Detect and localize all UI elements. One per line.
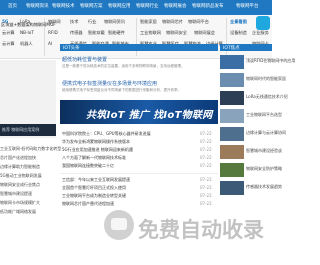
news-date: 07-22 [200, 177, 212, 182]
nav-item[interactable]: 物联网展会 [164, 3, 187, 9]
category-link[interactable]: 云计算 [2, 30, 15, 36]
news-date: 07-22 [200, 185, 212, 190]
news-date: 07-22 [200, 139, 212, 144]
nav-item[interactable]: 物联网技术 [52, 3, 75, 9]
category-link[interactable]: 云计算 [2, 41, 15, 47]
category-link[interactable]: 智能穿戴 [88, 30, 105, 36]
main-section-header: IOT头条 [60, 44, 218, 51]
news-thumbnail[interactable] [220, 73, 244, 87]
nav-item[interactable]: 物联网行业 [136, 3, 159, 9]
headline-link[interactable]: 超低功耗位置与装置 [62, 56, 107, 63]
category-link[interactable]: 企业服务 [252, 30, 269, 36]
news-date: 07-22 [200, 155, 212, 160]
category-link[interactable]: 物联网芯片 [162, 19, 183, 25]
news-date: 07-22 [200, 131, 212, 136]
left-list-item[interactable]: 边缘计算助力智能制造 [0, 164, 40, 170]
nav-item[interactable]: 物联网新品发布 [192, 3, 224, 9]
news-list-item[interactable]: 工信部：今年以来工业互联网发展提速 [62, 177, 130, 183]
news-list-item[interactable]: 中国科学院院士：CPU、GPU等核心器件研发进展 [62, 131, 151, 137]
headline-summary: 这是一款基于低功耗技术的定位装置，适用于多种物联网场景，支持远程管理。 [62, 64, 185, 68]
right-section-title: IOT焦点 [223, 46, 240, 51]
left-list-item[interactable]: 低功耗广域网络发展 [0, 209, 36, 215]
nav-item[interactable]: 首页 [8, 3, 17, 9]
category-link[interactable]: 工业物联网 [140, 30, 161, 36]
news-list-item[interactable]: 工业物联网平台成为制造业转型关键 [62, 193, 126, 199]
category-link[interactable]: 行业 [88, 19, 96, 25]
right-news-link[interactable]: 物联网时代的智能家居 [246, 76, 286, 82]
news-thumbnail[interactable] [220, 91, 244, 105]
headline-link[interactable]: 便携式电子标签测量仪在多场景与环境应用 [62, 80, 157, 87]
category-link[interactable]: 传感器 [70, 30, 83, 36]
watermark-robot-icon [104, 210, 134, 240]
right-news-link[interactable]: 工业物联网平台选型 [246, 112, 282, 118]
category-link[interactable]: 物联网安全 [166, 30, 187, 36]
news-date: 07-22 [200, 201, 212, 206]
left-list-item[interactable]: 物联网卡市场规模扩大 [0, 200, 40, 206]
left-list-item[interactable]: 工业互联网·低代码助力数字化转型 [0, 146, 61, 152]
left-list-item[interactable]: 物联网安全成行业焦点 [0, 182, 40, 188]
category-link[interactable]: RFID [48, 30, 58, 35]
category-link[interactable]: 智能家居 [140, 19, 157, 25]
news-list-item[interactable]: 八个方面了解新一代物联网技术标准 [62, 155, 126, 161]
news-date: 07-22 [200, 163, 212, 168]
news-thumbnail[interactable] [220, 109, 244, 123]
right-news-link[interactable]: LoRa无线通信技术介绍 [246, 94, 288, 100]
news-date: 07-22 [200, 193, 212, 198]
news-thumbnail[interactable] [220, 145, 244, 159]
category-link[interactable]: 设备制造 [230, 30, 247, 36]
news-list-item[interactable]: 5G行业应用加速推进 物联网迎来新机遇 [62, 147, 133, 153]
nav-item[interactable]: 物联网方案 [80, 3, 103, 9]
right-section-header: IOT焦点 [220, 44, 272, 51]
news-list-item[interactable]: 全国首个智慧灯杆项目正式投入使用 [62, 185, 126, 191]
left-list-item[interactable]: 5G推动工业物联网发展 [0, 173, 42, 179]
left-list-item[interactable]: 智慧城市建设提速 [0, 191, 32, 197]
news-list-item[interactable]: 华为发布全新鸿蒙物联网操作系统版本 [62, 139, 130, 145]
right-news-link[interactable]: 边缘计算与云计算协同 [246, 130, 286, 136]
nav-item[interactable]: 物联网应用 [108, 3, 131, 9]
left-list-item[interactable]: 芯片国产化进程加快 [0, 155, 36, 161]
category-link[interactable]: 智能硬件 [108, 30, 125, 36]
left-recommend-label: 推荐 物联网应用案例 [2, 127, 40, 132]
news-thumbnail[interactable] [220, 163, 244, 177]
category-link[interactable]: NB-IoT [20, 30, 34, 35]
nav-item[interactable]: 物联网资讯 [26, 3, 49, 9]
news-list-item[interactable]: 我国物联网连接数突破二十亿 [62, 163, 114, 169]
news-list-item[interactable]: 物联网芯片国产替代进程加速 [62, 201, 114, 207]
news-thumbnail[interactable] [220, 55, 244, 69]
promo-banner[interactable]: 共筑IoT 推广 找IoT物联网 [60, 100, 218, 124]
main-section-title: IOT头条 [63, 46, 80, 51]
divider [60, 173, 218, 174]
category-link[interactable]: 物联网展会 [194, 30, 215, 36]
watermark-text: 免费自动收录 [138, 218, 264, 242]
nav-item[interactable]: 物联网平台 [236, 3, 259, 9]
right-news-link[interactable]: 传感器技术发展趋势 [246, 184, 282, 190]
headline-summary: 使用便携式电子标签测量仪对不同场景下的数据进行采集和分析，提升效率。 [62, 88, 181, 92]
top-navigation: 首页 物联网资讯 物联网技术 物联网方案 物联网应用 物联网行业 物联网展会 物… [0, 0, 272, 15]
category-link[interactable]: AI [48, 41, 52, 46]
category-link[interactable]: 全景看图 [230, 19, 247, 25]
news-thumbnail[interactable] [220, 181, 244, 195]
news-date: 07-22 [200, 147, 212, 152]
right-news-link[interactable]: 浅谈RFID在物联网中的应用 [246, 58, 295, 64]
app-logo-icon [256, 16, 270, 30]
promo-banner-text: 共筑IoT 推广 找IoT物联网 [86, 110, 213, 121]
category-link[interactable]: 机器人 [20, 41, 33, 47]
category-link[interactable]: 物联网平台 [188, 19, 209, 25]
left-banner-text: 区块链+数据架构物联网MOF [1, 22, 56, 27]
category-link[interactable]: 技术 [70, 19, 78, 25]
category-link[interactable]: 物联网资讯 [104, 19, 125, 25]
right-news-link[interactable]: 物联网安全防护策略 [246, 166, 282, 172]
right-news-link[interactable]: 智慧城市建设经验谈 [246, 148, 282, 154]
news-thumbnail[interactable] [220, 127, 244, 141]
